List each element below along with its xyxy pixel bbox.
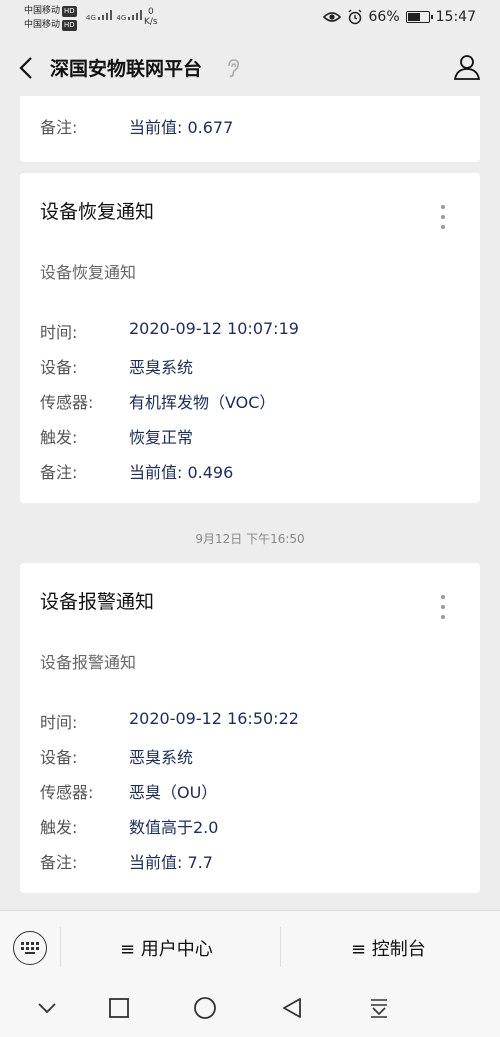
- status-bar: 中国移动 HD 中国移动 HD 4G 4G 0 K/s 66% 15:47: [0, 0, 500, 40]
- card-subtitle: 设备恢复通知: [40, 263, 137, 282]
- back-button[interactable]: [12, 52, 40, 84]
- collapse-button[interactable]: [35, 996, 59, 1020]
- chevron-down-icon: [38, 1003, 56, 1014]
- hd-badge: HD: [62, 20, 77, 31]
- more-options-icon[interactable]: [436, 205, 450, 235]
- eye-icon: [322, 12, 341, 22]
- menu-user-center[interactable]: ≡ 用户中心: [120, 935, 213, 961]
- alarm-icon: [348, 9, 362, 25]
- signal-icon: [128, 10, 143, 20]
- keyboard-icon: [21, 942, 39, 954]
- message-card-recovery[interactable]: 设备恢复通知 设备恢复通知 时间: 2020-09-12 10:07:19 设备…: [20, 173, 480, 503]
- network-indicator: 4G 4G: [86, 10, 144, 22]
- circle-icon: [194, 997, 216, 1019]
- card-title: 设备恢复通知: [40, 201, 155, 223]
- ear-icon: [228, 59, 239, 78]
- keyboard-toggle-button[interactable]: [13, 931, 47, 965]
- system-nav-bar: [0, 982, 500, 1037]
- message-timestamp: 9月12日 下午16:50: [195, 532, 305, 546]
- menu-divider: [280, 927, 281, 967]
- battery-icon: [405, 11, 433, 23]
- nav-bar: 深国安物联网平台: [0, 40, 500, 96]
- hd-badge: HD: [62, 6, 77, 17]
- carrier-1: 中国移动 HD: [24, 6, 77, 17]
- system-back-button[interactable]: [280, 996, 304, 1020]
- battery-fill: [407, 13, 421, 21]
- carrier-2: 中国移动 HD: [24, 20, 77, 31]
- profile-button[interactable]: [453, 54, 481, 84]
- signal-icon: [98, 10, 113, 20]
- message-list[interactable]: 备注: 当前值: 0.677 设备恢复通知 设备恢复通知 时间: 2020-09…: [0, 96, 500, 910]
- message-card-alarm[interactable]: 设备报警通知 设备报警通知 时间: 2020-09-12 16:50:22 设备…: [20, 563, 480, 893]
- notification-pull-button[interactable]: [367, 996, 391, 1020]
- battery-percent: 66%: [368, 9, 400, 25]
- recent-apps-button[interactable]: [107, 996, 131, 1020]
- status-right: 66% 15:47: [322, 9, 476, 25]
- more-options-icon[interactable]: [436, 595, 450, 625]
- user-icon: [453, 55, 481, 80]
- message-card-partial: 备注: 当前值: 0.677: [20, 96, 480, 162]
- clock: 15:47: [435, 9, 476, 25]
- card-title: 设备报警通知: [40, 591, 155, 613]
- card-subtitle: 设备报警通知: [40, 653, 137, 672]
- net-speed: 0 K/s: [144, 7, 158, 27]
- home-button[interactable]: [193, 996, 217, 1020]
- menu-console[interactable]: ≡ 控制台: [351, 935, 426, 961]
- menu-divider: [60, 927, 61, 967]
- page-title: 深国安物联网平台: [50, 58, 203, 80]
- chevron-left-icon: [19, 57, 32, 79]
- bottom-menu: ≡ 用户中心 ≡ 控制台: [0, 910, 500, 982]
- pull-down-icon: [371, 999, 387, 1018]
- triangle-back-icon: [283, 998, 301, 1018]
- square-icon: [109, 998, 129, 1018]
